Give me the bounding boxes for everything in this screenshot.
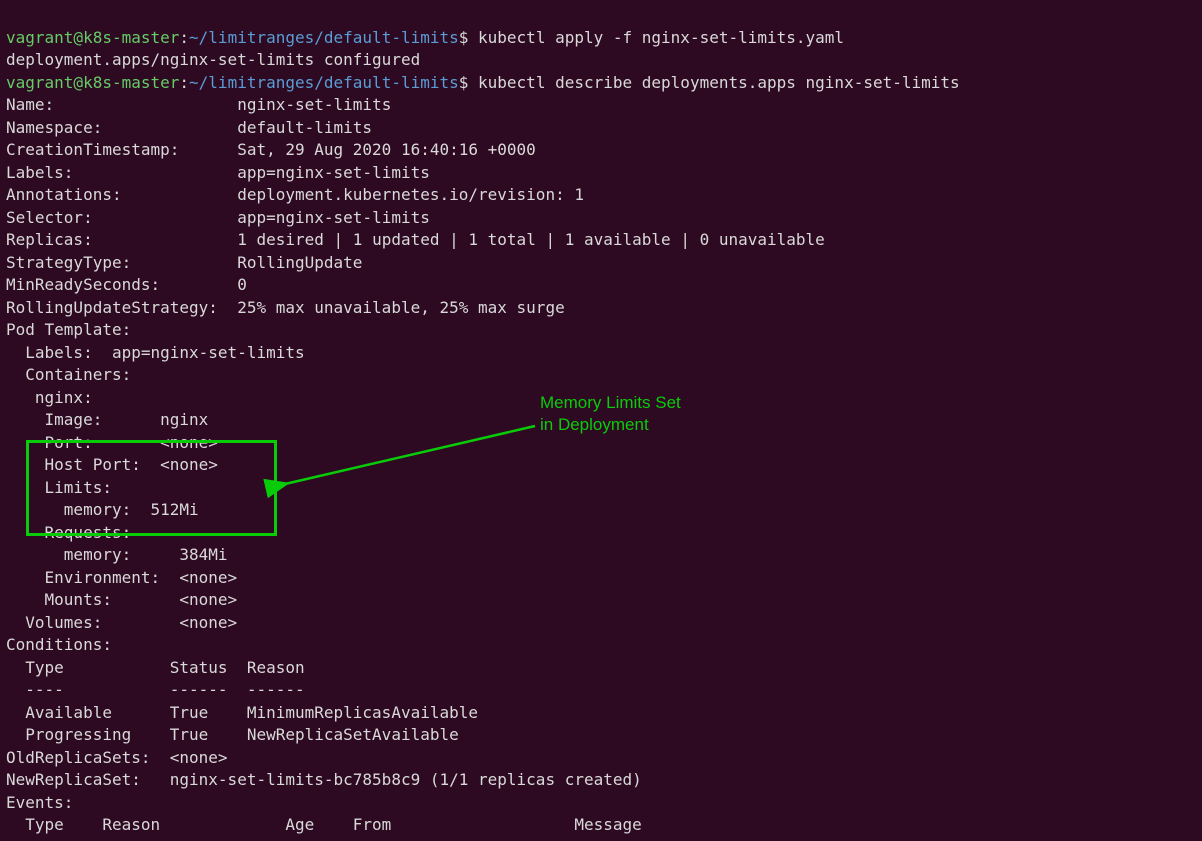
events-columns: Type Reason Age From Message	[6, 815, 642, 834]
dollar: $	[459, 28, 478, 47]
field-selector: Selector: app=nginx-set-limits	[6, 208, 430, 227]
container-host-port: Host Port: <none>	[6, 455, 218, 474]
prompt-dir: ~/limitranges/default-limits	[189, 28, 459, 47]
limits-memory: memory: 512Mi	[6, 500, 199, 519]
annotation-label: Memory Limits Set in Deployment	[540, 392, 681, 436]
field-name: Name: nginx-set-limits	[6, 95, 391, 114]
prompt-dir: ~/limitranges/default-limits	[189, 73, 459, 92]
field-replicas: Replicas: 1 desired | 1 updated | 1 tota…	[6, 230, 825, 249]
volumes: Volumes: <none>	[6, 613, 237, 632]
condition-progressing: Progressing True NewReplicaSetAvailable	[6, 725, 459, 744]
requests-header: Requests:	[6, 523, 131, 542]
pod-labels: Labels: app=nginx-set-limits	[6, 343, 305, 362]
conditions-columns: Type Status Reason	[6, 658, 305, 677]
annotation-line2: in Deployment	[540, 415, 649, 434]
dollar: $	[459, 73, 478, 92]
output-line: deployment.apps/nginx-set-limits configu…	[6, 50, 420, 69]
field-rolling-update-strategy: RollingUpdateStrategy: 25% max unavailab…	[6, 298, 565, 317]
field-creation-timestamp: CreationTimestamp: Sat, 29 Aug 2020 16:4…	[6, 140, 536, 159]
field-min-ready-seconds: MinReadySeconds: 0	[6, 275, 247, 294]
condition-available: Available True MinimumReplicasAvailable	[6, 703, 478, 722]
conditions-divider: ---- ------ ------	[6, 680, 305, 699]
container-nginx-header: nginx:	[6, 388, 93, 407]
container-image: Image: nginx	[6, 410, 208, 429]
new-replicaset: NewReplicaSet: nginx-set-limits-bc785b8c…	[6, 770, 642, 789]
pod-template-header: Pod Template:	[6, 320, 131, 339]
colon: :	[179, 28, 189, 47]
field-annotations: Annotations: deployment.kubernetes.io/re…	[6, 185, 584, 204]
containers-header: Containers:	[6, 365, 131, 384]
prompt-user-host: vagrant@k8s-master	[6, 28, 179, 47]
field-labels: Labels: app=nginx-set-limits	[6, 163, 430, 182]
field-namespace: Namespace: default-limits	[6, 118, 372, 137]
limits-header: Limits:	[6, 478, 112, 497]
events-header: Events:	[6, 793, 73, 812]
field-strategy-type: StrategyType: RollingUpdate	[6, 253, 362, 272]
prompt-user-host: vagrant@k8s-master	[6, 73, 179, 92]
command-text: kubectl describe deployments.apps nginx-…	[478, 73, 960, 92]
container-environment: Environment: <none>	[6, 568, 237, 587]
conditions-header: Conditions:	[6, 635, 112, 654]
colon: :	[179, 73, 189, 92]
old-replicasets: OldReplicaSets: <none>	[6, 748, 228, 767]
events-divider: ---- ------ ---- ---- -------	[6, 838, 642, 841]
annotation-line1: Memory Limits Set	[540, 393, 681, 412]
container-mounts: Mounts: <none>	[6, 590, 237, 609]
command-text: kubectl apply -f nginx-set-limits.yaml	[478, 28, 844, 47]
container-port: Port: <none>	[6, 433, 218, 452]
requests-memory: memory: 384Mi	[6, 545, 228, 564]
